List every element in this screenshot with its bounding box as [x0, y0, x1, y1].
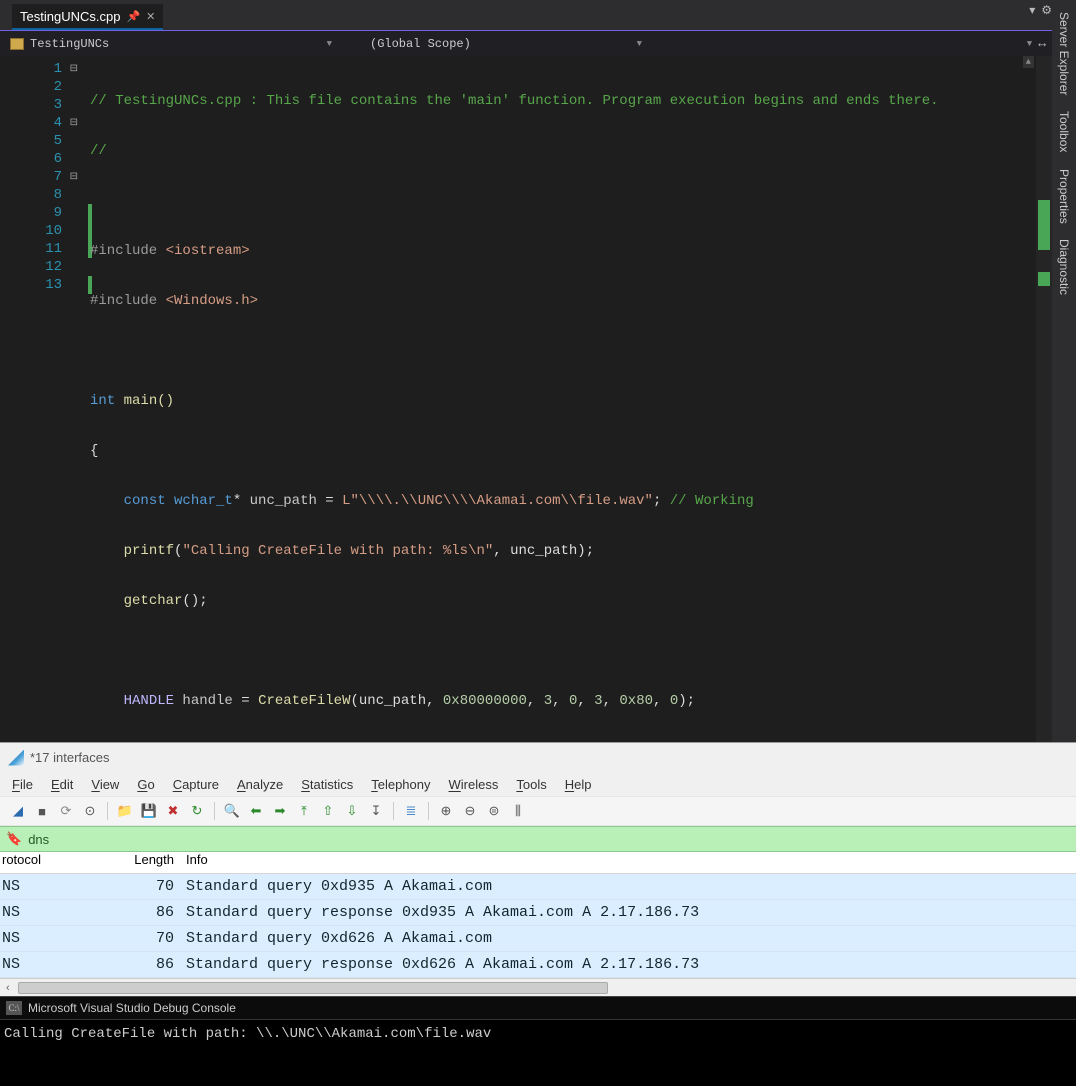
tool-properties[interactable]: Properties — [1057, 161, 1071, 232]
tool-toolbox[interactable]: Toolbox — [1057, 103, 1071, 160]
wireshark-titlebar: *17 interfaces — [0, 742, 1076, 772]
line-gutter: 1⊟ 2 3 4⊟ 5 6 7⊟ 8 9 10 11 12 13 — [0, 56, 90, 742]
capture-title-label: *17 interfaces — [30, 750, 110, 765]
project-icon — [10, 38, 24, 50]
console-titlebar: C:\ Microsoft Visual Studio Debug Consol… — [0, 996, 1076, 1020]
code-editor[interactable]: 1⊟ 2 3 4⊟ 5 6 7⊟ 8 9 10 11 12 13 // Test… — [0, 56, 1052, 742]
gear-icon[interactable]: ⚙ — [1041, 3, 1052, 18]
display-filter-input[interactable] — [28, 832, 1076, 847]
scroll-up-icon[interactable]: ▲ — [1023, 56, 1034, 68]
save-icon[interactable]: 💾 — [139, 801, 159, 821]
editor-tab-bar: TestingUNCs.cpp 📌 ✕ ▾ ⚙ — [0, 0, 1052, 30]
options-icon[interactable]: ⊙ — [80, 801, 100, 821]
packet-row[interactable]: NS 86 Standard query response 0xd626 A A… — [0, 952, 1076, 978]
packet-row[interactable]: NS 86 Standard query response 0xd935 A A… — [0, 900, 1076, 926]
col-protocol[interactable]: rotocol — [0, 852, 120, 873]
packet-row[interactable]: NS 70 Standard query 0xd935 A Akamai.com — [0, 874, 1076, 900]
console-output[interactable]: Calling CreateFile with path: \\.\UNC\\A… — [0, 1020, 1076, 1086]
nav-project-selector[interactable]: TestingUNCs ▼ — [0, 37, 340, 51]
packet-row[interactable]: NS 70 Standard query 0xd626 A Akamai.com — [0, 926, 1076, 952]
col-info[interactable]: Info — [180, 852, 1076, 873]
menu-edit[interactable]: Edit — [51, 777, 73, 792]
menu-capture[interactable]: Capture — [173, 777, 219, 792]
find-icon[interactable]: 🔍 — [222, 801, 242, 821]
close-icon[interactable]: ✖ — [163, 801, 183, 821]
nav-scope-label: (Global Scope) — [370, 37, 471, 51]
stop-capture-icon[interactable]: ■ — [32, 801, 52, 821]
zoom-out-icon[interactable]: ⊖ — [460, 801, 480, 821]
menu-wireless[interactable]: Wireless — [449, 777, 499, 792]
forward-icon[interactable]: ➡ — [270, 801, 290, 821]
chevron-down-icon: ▼ — [637, 39, 650, 49]
zoom-reset-icon[interactable]: ⊜ — [484, 801, 504, 821]
filter-bar: 🔖 — [0, 826, 1076, 852]
tab-file-label: TestingUNCs.cpp — [20, 9, 120, 24]
chevron-down-icon[interactable]: ▼ — [1027, 39, 1032, 49]
menu-tools[interactable]: Tools — [516, 777, 546, 792]
split-icon[interactable]: ↔ — [1038, 36, 1046, 51]
jump-icon[interactable]: ⤒ — [294, 801, 314, 821]
close-icon[interactable]: ✕ — [146, 10, 155, 23]
console-title-label: Microsoft Visual Studio Debug Console — [28, 1001, 236, 1015]
wireshark-toolbar: ◢ ■ ⟳ ⊙ 📁 💾 ✖ ↻ 🔍 ⬅ ➡ ⤒ ⇧ ⇩ ↧ ≣ ⊕ ⊖ ⊜ ⫼ — [0, 796, 1076, 826]
colorize-icon[interactable]: ≣ — [401, 801, 421, 821]
right-toolstrip: Server Explorer Toolbox Properties Diagn… — [1052, 0, 1076, 742]
overview-ruler[interactable]: ▲ — [1036, 56, 1052, 742]
reload-icon[interactable]: ↻ — [187, 801, 207, 821]
menu-analyze[interactable]: Analyze — [237, 777, 283, 792]
menu-view[interactable]: View — [91, 777, 119, 792]
code-body[interactable]: // TestingUNCs.cpp : This file contains … — [90, 56, 1036, 742]
nav-project-label: TestingUNCs — [30, 37, 109, 51]
restart-capture-icon[interactable]: ⟳ — [56, 801, 76, 821]
menu-file[interactable]: File — [12, 777, 33, 792]
chevron-down-icon: ▼ — [327, 39, 340, 49]
tool-server-explorer[interactable]: Server Explorer — [1057, 4, 1071, 103]
dropdown-icon[interactable]: ▾ — [1029, 3, 1035, 18]
scrollbar-thumb[interactable] — [18, 982, 608, 994]
last-icon[interactable]: ⇩ — [342, 801, 362, 821]
back-icon[interactable]: ⬅ — [246, 801, 266, 821]
menu-go[interactable]: Go — [137, 777, 154, 792]
console-logo-icon: C:\ — [6, 1001, 22, 1015]
col-length[interactable]: Length — [120, 852, 180, 873]
start-capture-icon[interactable]: ◢ — [8, 801, 28, 821]
packet-list-header[interactable]: rotocol Length Info — [0, 852, 1076, 874]
first-icon[interactable]: ⇧ — [318, 801, 338, 821]
navigation-bar: TestingUNCs ▼ (Global Scope) ▼ ▼ ↔ — [0, 30, 1052, 56]
nav-scope-selector[interactable]: (Global Scope) ▼ — [340, 37, 650, 51]
wireshark-logo-icon — [8, 750, 24, 766]
resize-columns-icon[interactable]: ⫼ — [508, 801, 528, 821]
menu-help[interactable]: Help — [565, 777, 592, 792]
bookmark-icon[interactable]: 🔖 — [6, 831, 22, 847]
wireshark-menu: File Edit View Go Capture Analyze Statis… — [0, 772, 1076, 796]
open-icon[interactable]: 📁 — [115, 801, 135, 821]
tool-diagnostic[interactable]: Diagnostic — [1057, 231, 1071, 303]
horizontal-scrollbar[interactable]: ‹ — [0, 978, 1076, 996]
pin-icon[interactable]: 📌 — [126, 10, 140, 23]
autoscroll-icon[interactable]: ↧ — [366, 801, 386, 821]
packet-list[interactable]: rotocol Length Info NS 70 Standard query… — [0, 852, 1076, 996]
zoom-in-icon[interactable]: ⊕ — [436, 801, 456, 821]
menu-statistics[interactable]: Statistics — [301, 777, 353, 792]
menu-telephony[interactable]: Telephony — [371, 777, 430, 792]
scroll-left-icon[interactable]: ‹ — [0, 982, 16, 994]
file-tab-active[interactable]: TestingUNCs.cpp 📌 ✕ — [12, 4, 163, 30]
